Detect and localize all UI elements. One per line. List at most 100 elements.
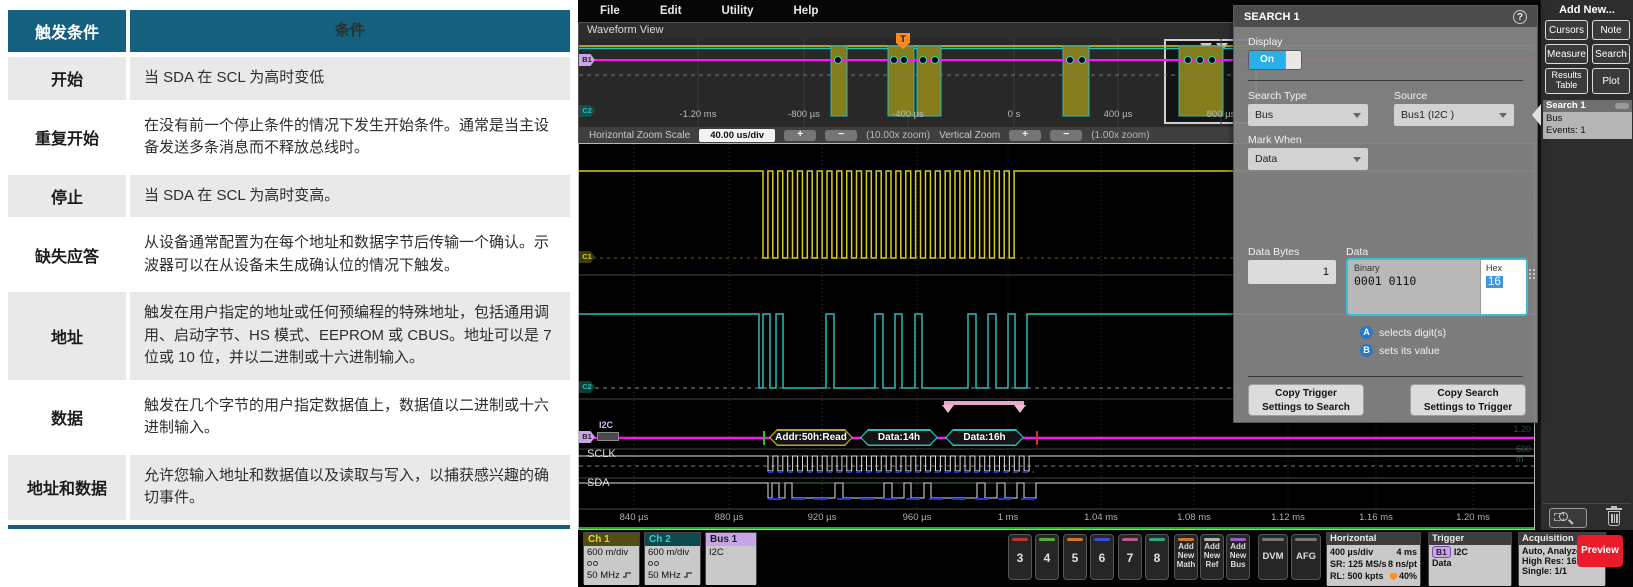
copy-trigger-to-search-button[interactable]: Copy Trigger Settings to Search [1248,384,1364,416]
display-toggle[interactable]: On [1248,50,1302,70]
search-type-dropdown[interactable]: Bus [1248,104,1368,126]
hex-value[interactable]: 16 [1486,276,1503,288]
ch1-name: Ch 1 [584,533,639,546]
cursors-button[interactable]: Cursors [1545,20,1588,40]
add-new-ref-button[interactable]: AddNewRef [1200,534,1224,580]
ch2-badge[interactable]: Ch 2 600 m/div 50 MHz [644,532,701,584]
table-row: 停止 当 SDA 在 SCL 为高时变高。 [8,175,570,218]
row-name: 数据 [8,385,130,450]
note-button[interactable]: Note [1592,20,1630,40]
ch2-name: Ch 2 [645,533,700,546]
table-row: 开始 当 SDA 在 SCL 为高时变低 [8,57,570,100]
search-button[interactable]: Search [1592,44,1630,64]
overview-time-label: -400 µs [892,109,924,120]
time-label: 840 µs [620,512,649,523]
data-bytes-field[interactable]: 1 [1248,260,1336,284]
channel-8-button[interactable]: 8 [1145,534,1169,580]
bus1-pill: B1 [1432,546,1451,558]
menu-file[interactable]: File [600,5,620,17]
menu-help[interactable]: Help [794,5,819,17]
hex-section[interactable]: Hex 16 [1480,260,1526,314]
ch1-badge[interactable]: Ch 1 600 m/div 50 MHz [583,532,640,584]
channel-number: 8 [1146,551,1168,565]
trigger-badge[interactable]: Trigger B1I2C Data [1428,532,1512,585]
dvm-button[interactable]: DVM [1258,534,1288,580]
menu-utility[interactable]: Utility [722,5,754,17]
trigger-title: Trigger [1429,533,1511,545]
results-table-button[interactable]: Results Table [1545,68,1588,94]
channel-5-button[interactable]: 5 [1063,534,1087,580]
ch1-scale: 600 m/div [587,547,636,558]
menu-edit[interactable]: Edit [660,5,682,17]
plot-button[interactable]: Plot [1592,68,1630,94]
chevron-down-icon [1353,157,1361,162]
search1-title: Search 1 [1546,100,1586,111]
horizontal-zoom-scale-label: Horizontal Zoom Scale [589,130,690,141]
add-new-math-button[interactable]: AddNewMath [1174,534,1198,580]
mark-when-dropdown[interactable]: Data [1248,148,1368,170]
time-label: 1.12 ms [1271,512,1305,523]
search-panel-title: SEARCH 1 [1234,11,1513,23]
ch5-color-stripe [1067,538,1083,541]
visibility-pill-icon[interactable] [1615,103,1629,109]
chevron-down-icon [1499,113,1507,118]
trash-button[interactable] [1605,506,1623,528]
v-zoom-in-button[interactable]: + [1009,130,1041,141]
source-dropdown[interactable]: Bus1 (I2C ) [1394,104,1514,126]
table-row: 数据 触发在几个字节的用户指定数据值上，数据值以二进制或十六进制输入。 [8,385,570,450]
data-value-field[interactable]: Binary 0001 0110 Hex 16 [1346,258,1528,316]
h-zoom-out-button[interactable]: − [825,130,857,141]
channel-4-button[interactable]: 4 [1035,534,1059,580]
copy-search-to-trigger-button[interactable]: Copy Search Settings to Trigger [1410,384,1526,416]
source-value: Bus1 (I2C ) [1401,109,1454,121]
trigger-position-icon [1390,573,1397,580]
h-zoom-in-button[interactable]: + [784,130,816,141]
afg-button[interactable]: AFG [1291,534,1321,580]
data-label: Data [1346,246,1368,258]
time-label: 920 µs [808,512,837,523]
horizontal-badge[interactable]: Horizontal 400 µs/div4 ms SR: 125 MS/s8 … [1326,532,1421,585]
ch3-color-stripe [1012,538,1028,541]
table-row: 地址和数据 允许您输入地址和数据值以及读取与写入，以捕获感兴趣的确切事件。 [8,455,570,520]
row-desc: 触发在几个字节的用户指定数据值上，数据值以二进制或十六进制输入。 [130,385,570,450]
table-header-condition: 条件 [130,10,570,52]
binary-value[interactable]: 0001 0110 [1354,274,1474,288]
channel-7-button[interactable]: 7 [1118,534,1142,580]
bus1-badge[interactable]: Bus 1 I2C [705,532,757,584]
row-desc: 触发在用户指定的地址或任何预编程的特殊地址，包括通用调用、启动字节、HS 模式、… [130,292,570,380]
overview-time-label: -1.20 ms [680,109,717,120]
bus-mini-box [597,432,619,441]
row-desc: 当 SDA 在 SCL 为高时变低 [130,57,570,100]
search-panel-header[interactable]: SEARCH 1 ? [1234,6,1537,27]
trigger-table: 触发条件 条件 开始 当 SDA 在 SCL 为高时变低 重复开始 在没有前一个… [8,10,570,529]
zoom-search-button[interactable] [1549,508,1587,528]
toggle-on-label: On [1249,51,1285,69]
search-mark-icon [942,405,954,413]
v-zoom-out-button[interactable]: − [1050,130,1082,141]
button-line: Copy Trigger [1249,387,1363,401]
channel-6-button[interactable]: 6 [1090,534,1114,580]
divider [1543,503,1631,504]
add-new-bus-button[interactable]: AddNewBus [1226,534,1250,580]
bandwidth-icon [683,571,693,579]
help-icon[interactable]: ? [1513,10,1527,24]
row-name: 地址 [8,292,130,380]
channel-number: 6 [1091,551,1113,565]
ch2-scale-ghost: 600 m [1516,444,1531,464]
search-mark-icon [1014,405,1026,413]
table-bottom-border [8,525,570,529]
row-name: 停止 [8,175,130,218]
trigger-table-panel: 触发条件 条件 开始 当 SDA 在 SCL 为高时变低 重复开始 在没有前一个… [0,0,578,587]
row-desc: 允许您输入地址和数据值以及读取与写入，以捕获感兴趣的确切事件。 [130,455,570,520]
preview-button[interactable]: Preview [1577,535,1623,567]
channel-3-button[interactable]: 3 [1008,534,1032,580]
search1-result-badge[interactable]: Search 1 Bus Events: 1 [1543,100,1632,139]
binary-section[interactable]: Binary 0001 0110 [1348,260,1480,314]
drag-handle-icon[interactable] [1528,264,1536,284]
horizontal-zoom-scale-value[interactable]: 40.00 us/div [699,129,775,142]
knob-a-hint: A selects digit(s) [1360,326,1446,339]
divider [1248,376,1523,377]
table-row: 地址 触发在用户指定的地址或任何预编程的特殊地址，包括通用调用、启动字节、HS … [8,292,570,380]
measure-button[interactable]: Measure [1545,44,1588,64]
button-line: Settings to Search [1249,401,1363,415]
